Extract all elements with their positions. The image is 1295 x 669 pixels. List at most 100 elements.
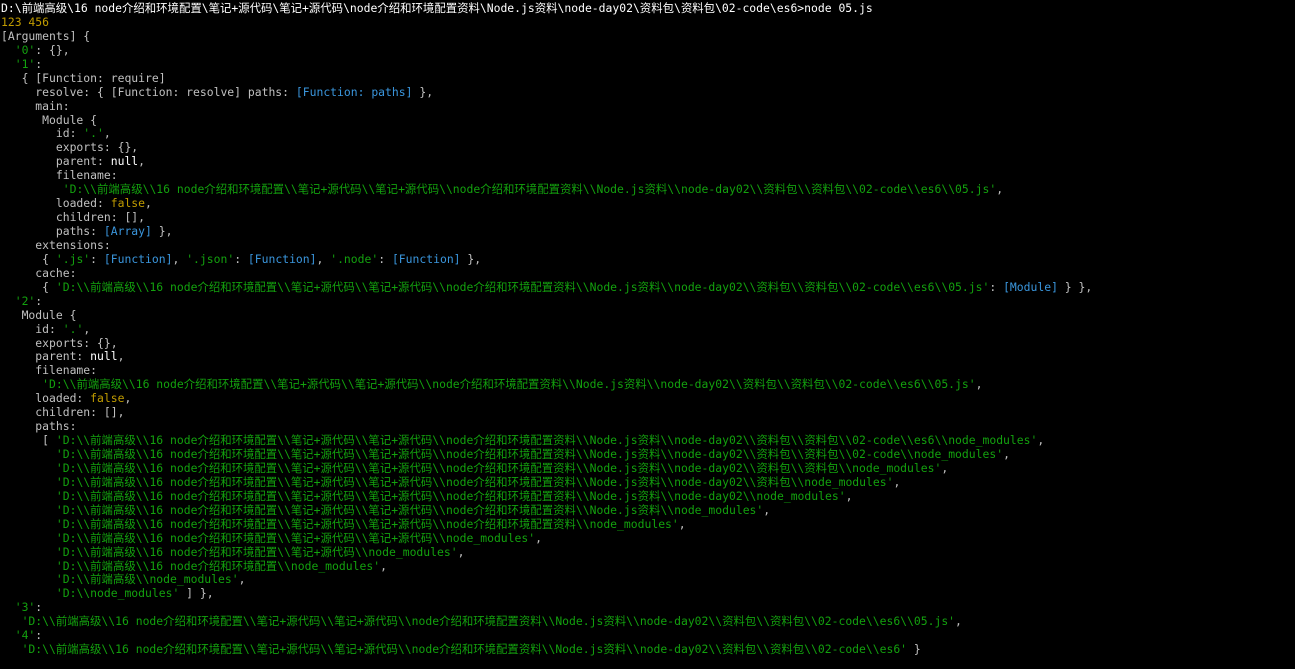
console-text-segment: : <box>35 57 43 71</box>
console-text-segment: , <box>893 475 901 489</box>
console-text-segment: id: <box>1 322 63 336</box>
console-text-segment: }, <box>460 252 482 266</box>
console-text-segment: 'D:\\前端高级\\16 node介绍和环境配置\\笔记+源代码\\笔记+源代… <box>62 183 997 197</box>
console-text-segment: : <box>234 252 248 266</box>
console-text-segment: , <box>103 127 111 141</box>
console-text-segment: [ <box>1 434 56 448</box>
console-line: 'D:\\前端高级\\16 node介绍和环境配置\\node_modules'… <box>1 560 1295 574</box>
console-text-segment: parent: <box>1 155 111 169</box>
console-text-segment: '3' <box>14 601 36 615</box>
console-text-segment: 123 456 <box>1 15 50 29</box>
command-prompt-line: D:\前端高级\16 node介绍和环境配置\笔记+源代码\笔记+源代码\nod… <box>1 2 1295 16</box>
console-text-segment: }, <box>412 85 434 99</box>
console-text-segment: : <box>35 629 43 643</box>
console-line: extensions: <box>1 239 1295 253</box>
console-text-segment: false <box>110 197 146 211</box>
console-text-segment: cache: <box>1 266 77 280</box>
console-output: D:\前端高级\16 node介绍和环境配置\笔记+源代码\笔记+源代码\nod… <box>1 2 1295 657</box>
console-text-segment: , <box>380 559 387 573</box>
console-text-segment: , <box>535 531 542 545</box>
console-text-segment: , <box>83 322 91 336</box>
console-text-segment <box>1 629 15 642</box>
console-line: '1': <box>1 58 1295 72</box>
console-text-segment: 'D:\\前端高级\\16 node介绍和环境配置\\笔记+源代码\\笔记+源代… <box>55 503 764 517</box>
console-text-segment: 'D:\\前端高级\\16 node介绍和环境配置\\笔记+源代码\\笔记+源代… <box>21 643 908 657</box>
console-line: exports: {}, <box>1 337 1295 351</box>
console-text-segment <box>1 532 56 545</box>
console-text-segment <box>1 462 56 475</box>
console-text-segment: 'D:\\node_modules' <box>55 587 180 601</box>
console-text-segment <box>1 476 56 489</box>
console-text-segment: 'D:\\前端高级\\16 node介绍和环境配置\\笔记+源代码\\笔记+源代… <box>55 517 679 531</box>
console-text-segment: , <box>845 489 853 503</box>
console-text-segment: { <box>1 280 56 294</box>
console-line: '3': <box>1 601 1295 615</box>
console-text-segment: [Function] <box>103 252 173 266</box>
console-line: loaded: false, <box>1 392 1295 406</box>
console-text-segment <box>1 504 56 517</box>
console-line: '0': {}, <box>1 44 1295 58</box>
console-text-segment: extensions: <box>1 238 111 252</box>
console-line: exports: {}, <box>1 141 1295 155</box>
console-line: { '.js': [Function], '.json': [Function]… <box>1 253 1295 267</box>
console-text-segment: children: [], <box>1 406 125 420</box>
console-line: parent: null, <box>1 155 1295 169</box>
console-text-segment: Module { <box>1 308 77 322</box>
console-text-segment: false <box>90 392 125 406</box>
console-text-segment: }, <box>151 225 173 238</box>
console-text-segment <box>1 587 56 600</box>
console-text-segment <box>1 643 22 656</box>
console-text-segment: id: <box>1 127 84 141</box>
console-text-segment <box>1 573 56 586</box>
console-line: 'D:\\node_modules' ] }, <box>1 587 1295 601</box>
console-text-segment: , <box>316 252 331 266</box>
console-line: 'D:\\前端高级\\16 node介绍和环境配置\\笔记+源代码\\笔记+源代… <box>1 378 1295 392</box>
console-text-segment: , <box>996 183 1004 197</box>
console-text-segment: 'D:\\前端高级\\16 node介绍和环境配置\\笔记+源代码\\笔记+源代… <box>55 280 990 294</box>
console-text-segment: : <box>35 601 43 615</box>
console-text-segment: , <box>1003 448 1010 461</box>
console-text-segment: 'D:\\前端高级\\node_modules' <box>55 573 239 587</box>
console-text-segment: children: [], <box>1 211 146 225</box>
console-text-segment: , <box>763 503 771 517</box>
console-text-segment: , <box>678 517 686 531</box>
console-line: [Arguments] { <box>1 30 1295 44</box>
console-text-segment: '.js' <box>55 252 91 266</box>
console-text-segment <box>1 546 56 559</box>
console-text-segment: 'D:\\前端高级\\16 node介绍和环境配置\\笔记+源代码\\笔记+源代… <box>21 615 956 629</box>
console-line: 'D:\\前端高级\\16 node介绍和环境配置\\笔记+源代码\\笔记+源代… <box>1 518 1295 532</box>
console-text-segment: [Function: paths] <box>295 85 413 99</box>
console-text-segment <box>1 601 15 614</box>
console-line: main: <box>1 100 1295 114</box>
console-text-segment: null <box>110 155 139 169</box>
console-text-segment: [Module] <box>1003 280 1058 294</box>
console-text-segment: 'D:\\前端高级\\16 node介绍和环境配置\\笔记+源代码\\笔记+源代… <box>55 448 1004 461</box>
console-text-segment: '4' <box>14 629 36 643</box>
console-text-segment: } }, <box>1057 280 1093 294</box>
console-text-segment: '2' <box>14 294 36 308</box>
console-text-segment: Module { <box>1 113 98 127</box>
console-line: { [Function: require] <box>1 72 1295 86</box>
console-text-segment: '0' <box>14 43 36 57</box>
console-line: filename: <box>1 364 1295 378</box>
console-window[interactable]: D:\前端高级\16 node介绍和环境配置\笔记+源代码\笔记+源代码\nod… <box>0 0 1295 669</box>
console-text-segment: exports: {}, <box>1 141 139 155</box>
console-text-segment: '.json' <box>186 252 235 266</box>
console-line: Module { <box>1 114 1295 128</box>
console-text-segment <box>1 295 15 308</box>
console-line: 'D:\\前端高级\\node_modules', <box>1 573 1295 587</box>
console-line: paths: <box>1 420 1295 434</box>
console-text-segment: parent: <box>1 350 91 364</box>
console-text-segment <box>1 518 56 531</box>
console-text-segment: , <box>941 461 949 475</box>
console-text-segment: 'D:\\前端高级\\16 node介绍和环境配置\\笔记+源代码\\笔记+源代… <box>55 434 1038 448</box>
console-text-segment: ] }, <box>179 587 214 601</box>
console-text-segment: , <box>145 197 152 211</box>
console-text-segment: resolve: { [Function: resolve] paths: <box>1 85 296 99</box>
console-text-segment <box>1 58 15 71</box>
console-text-segment: [Function] <box>247 252 317 266</box>
console-text-segment: : {}, <box>35 43 70 57</box>
console-line: 'D:\\前端高级\\16 node介绍和环境配置\\笔记+源代码\\笔记+源代… <box>1 504 1295 518</box>
console-line: children: [], <box>1 406 1295 420</box>
console-line: filename: <box>1 169 1295 183</box>
